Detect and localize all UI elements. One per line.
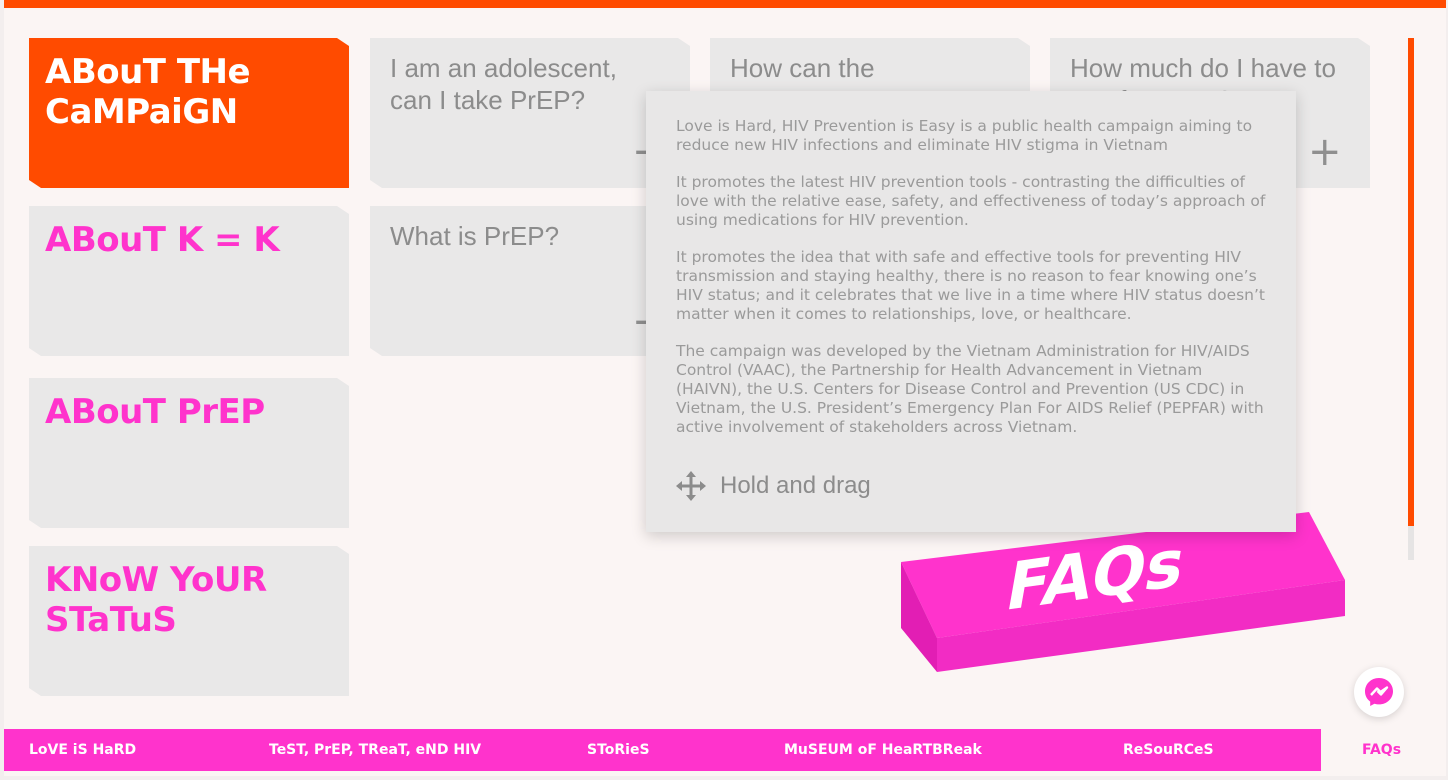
category-about-prep[interactable]: ABouT PrEP [29,378,349,528]
question-text: What is PrEP? [390,221,560,251]
nav-item-museum[interactable]: MuSEUM oF HeaRTBReak [784,729,982,771]
category-label: ABouT K = K [45,220,280,260]
category-label: ABouT PrEP [45,392,265,432]
popup-paragraph: The campaign was developed by the Vietna… [676,342,1264,436]
category-label: ABouT THe CaMPaiGN [45,52,251,132]
messenger-button[interactable] [1354,667,1404,717]
faqs-3d-block: FAQs [901,512,1345,672]
question-card-what-is-prep[interactable]: What is PrEP? + [370,206,690,356]
plus-icon[interactable]: + [1308,132,1342,172]
nav-item-faqs[interactable]: FAQs [1362,729,1401,771]
nav-item-test-prep-treat[interactable]: TeST, PrEP, TReaT, eND HIV [269,729,481,771]
nav-item-stories[interactable]: SToRieS [587,729,650,771]
messenger-icon [1365,678,1393,706]
category-about-campaign[interactable]: ABouT THe CaMPaiGN [29,38,349,188]
popup-paragraph: It promotes the latest HIV prevention to… [676,173,1266,229]
campaign-info-popup[interactable]: Love is Hard, HIV Prevention is Easy is … [646,91,1296,532]
question-card-adolescent[interactable]: I am an adolescent, can I take PrEP? + [370,38,690,188]
page-frame: ABouT THe CaMPaiGN ABouT K = K ABouT PrE… [4,0,1446,776]
category-about-k-k[interactable]: ABouT K = K [29,206,349,356]
popup-paragraph: It promotes the idea that with safe and … [676,248,1265,323]
scrollbar-track[interactable] [1408,38,1414,560]
nav-item-love-is-hard[interactable]: LoVE iS HaRD [29,729,136,771]
category-know-your-status[interactable]: KNoW YoUR STaTuS [29,546,349,696]
question-text: How can the [730,53,875,83]
nav-item-resources[interactable]: ReSouRCeS [1123,729,1214,771]
move-arrows-icon [676,471,706,501]
drag-handle[interactable]: Hold and drag [676,471,871,501]
scrollbar-thumb[interactable] [1408,38,1414,526]
bottom-nav: LoVE iS HaRD TeST, PrEP, TReaT, eND HIV … [4,729,1446,771]
drag-label: Hold and drag [720,472,871,499]
popup-paragraph: Love is Hard, HIV Prevention is Easy is … [676,117,1253,154]
top-accent-bar [4,0,1446,8]
category-label: KNoW YoUR STaTuS [45,560,267,640]
question-text: I am an adolescent, can I take PrEP? [390,53,617,115]
